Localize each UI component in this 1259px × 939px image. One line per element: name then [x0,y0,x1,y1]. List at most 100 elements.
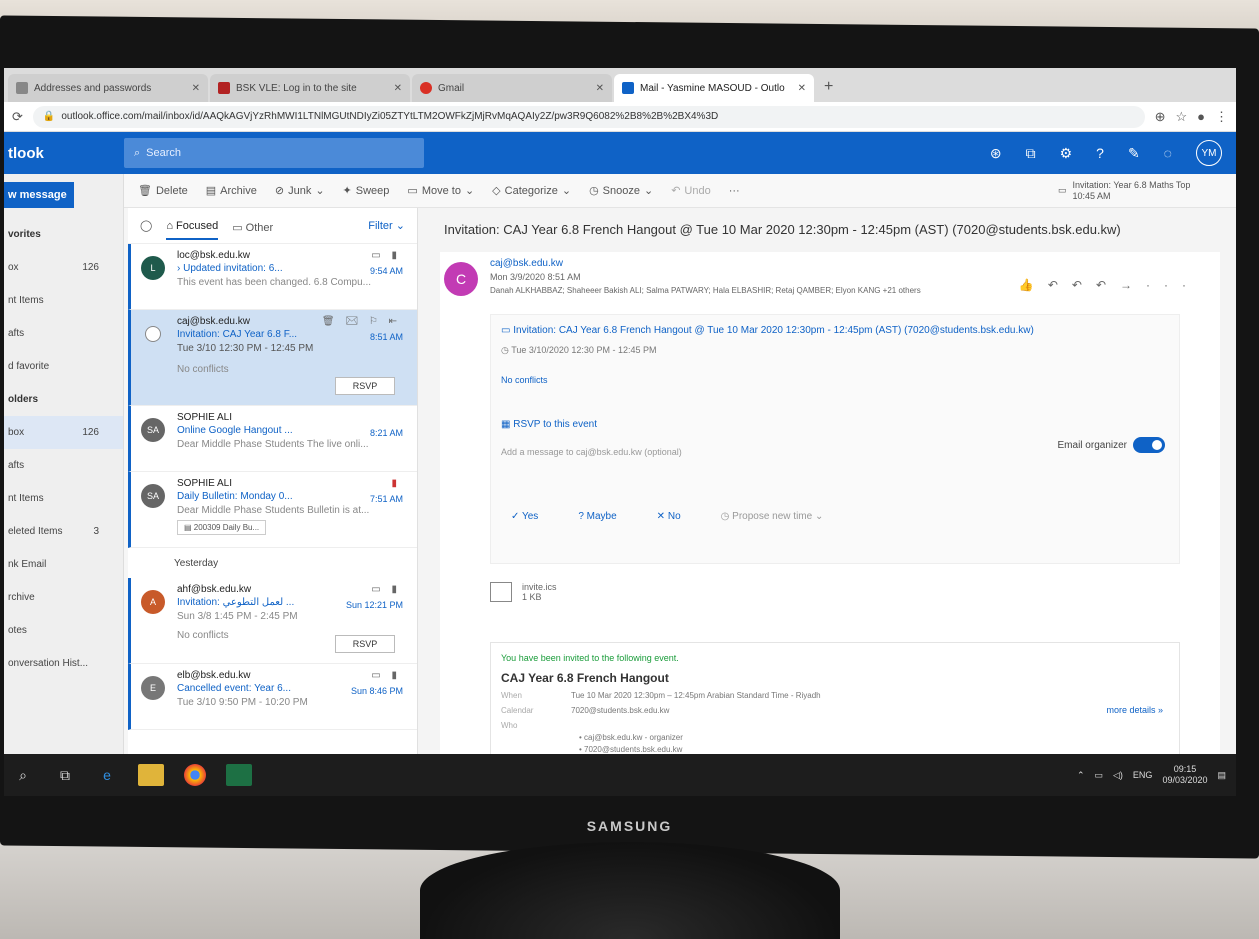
tab-passwords[interactable]: Addresses and passwords ✕ [8,74,208,102]
close-icon[interactable]: ✕ [192,83,200,94]
chrome-icon[interactable] [184,764,206,786]
sender-email[interactable]: caj@bsk.edu.kw [490,258,563,269]
close-icon[interactable]: ✕ [394,83,402,94]
invitation-title[interactable]: ▭ Invitation: CAJ Year 6.8 French Hangou… [501,325,1034,336]
maybe-button[interactable]: ? Maybe [578,511,616,522]
bell-icon[interactable]: ◌ [1164,145,1172,161]
list-item-selected[interactable]: 🗑 ✉ ⚐ ⇤ caj@bsk.edu.kw Invitation: CAJ Y… [128,310,417,406]
no-conflicts-link[interactable]: No conflicts [501,375,548,385]
extension-icon[interactable]: ⊕ [1155,109,1166,125]
tab-other[interactable]: ▭ Other [232,221,273,234]
toggle-switch[interactable] [1133,437,1165,453]
select-circle-icon[interactable] [145,326,161,342]
attachment-chip[interactable]: ▤ 200309 Daily Bu... [177,520,267,535]
list-item[interactable]: A ▭ ▮ ahf@bsk.edu.kw Invitation: لعمل ال… [128,578,417,664]
yes-button[interactable]: ✓ Yes [511,511,538,522]
notifications-icon[interactable]: ▤ [1217,770,1226,781]
more-icon[interactable]: ··· [729,185,740,197]
categorize-button[interactable]: ◇ Categorize ⌄ [492,184,571,198]
tab-focused[interactable]: ⌂ Focused [166,220,219,240]
nav-sent[interactable]: nt Items [4,482,123,515]
file-explorer-icon[interactable] [138,764,164,786]
nav-inbox[interactable]: box 126 [4,416,123,449]
quick-actions-icons[interactable]: 🗑 ✉ ⚐ ⇤ [322,316,401,327]
megaphone-icon[interactable]: ✎ [1128,145,1140,162]
rsvp-responses: ✓ Yes ? Maybe ✕ No ◷ Propose new time ⌄ [511,511,823,522]
tab-gmail[interactable]: Gmail ✕ [412,74,612,102]
volume-icon[interactable]: ◁) [1113,770,1123,781]
nav-favorites[interactable]: vorites [4,218,123,251]
help-icon[interactable]: ? [1096,145,1104,161]
nav-folders[interactable]: olders [4,383,123,416]
skype-icon[interactable]: ⊛ [990,145,1002,162]
nav-deleted[interactable]: eleted Items 3 [4,515,123,548]
search-icon[interactable]: ⌕ [12,767,34,784]
filter-button[interactable]: Filter ⌄ [368,219,405,232]
sender-avatar[interactable]: C [444,262,478,296]
rsvp-button[interactable]: RSVP [335,635,395,653]
select-all-circle-icon[interactable]: ◯ [140,219,152,232]
avatar[interactable]: YM [1196,140,1222,166]
tab-outlook-mail[interactable]: Mail - Yasmine MASOUD - Outlo ✕ [614,74,814,102]
new-tab-plus-icon[interactable]: + [816,78,841,102]
reload-icon[interactable]: ⟳ [12,109,23,125]
tab-bsk-vle[interactable]: BSK VLE: Log in to the site ✕ [210,74,410,102]
nav-archive[interactable]: rchive [4,581,123,614]
command-bar: 🗑 Delete ▤ Archive ⊘ Junk ⌄ ✦ Sweep ▭ Move to ⌄… [124,174,1236,208]
network-icon[interactable]: ▭ [1094,770,1103,781]
list-item[interactable]: L ▭ ▮ loc@bsk.edu.kw › Updated invitatio… [128,244,417,310]
reply-all-icon[interactable]: ↶↶ [1072,278,1120,292]
close-icon[interactable]: ✕ [798,83,806,94]
rsvp-button[interactable]: RSVP [335,377,395,395]
forward-icon[interactable]: → [1120,278,1146,292]
profile-icon[interactable]: ● [1197,109,1205,124]
address-bar: ⟳ 🔒 outlook.office.com/mail/inbox/id/AAQ… [4,102,1236,132]
new-message-button[interactable]: w message [4,182,74,208]
like-icon[interactable]: 👍 [1019,278,1048,292]
nav-drafts-fav[interactable]: afts [4,317,123,350]
attachment-ics[interactable]: invite.ics 1 KB [490,582,557,602]
reminder-notification[interactable]: ▭ Invitation: Year 6.8 Maths Top 10:45 A… [1058,180,1228,202]
more-icon[interactable]: ··· [1146,278,1200,292]
settings-gear-icon[interactable]: ⚙ [1060,145,1073,162]
email-organizer-toggle[interactable]: Email organizer [1058,437,1165,453]
archive-button[interactable]: ▤ Archive [206,184,257,198]
list-item[interactable]: SA ▮ SOPHIE ALI Daily Bulletin: Monday 0… [128,472,417,548]
snooze-button[interactable]: ◷ Snooze ⌄ [589,184,653,198]
search-input[interactable]: ⌕ Search [124,138,424,168]
move-to-button[interactable]: ▭ Move to ⌄ [407,184,474,198]
undo-button[interactable]: ↶ Undo [671,184,711,198]
language-indicator[interactable]: ENG [1133,770,1153,780]
more-details-link[interactable]: more details » [1106,705,1163,715]
nav-inbox-fav[interactable]: ox 126 [4,251,123,284]
no-button[interactable]: ✕ No [657,511,681,522]
kebab-menu-icon[interactable]: ⋮ [1215,109,1228,125]
windows-taskbar: ⌕ ⧉ e ⌃ ▭ ◁) ENG 09:15 09/03/2020 ▤ [4,754,1236,796]
bookmark-star-icon[interactable]: ☆ [1175,109,1187,125]
chevron-up-icon[interactable]: ⌃ [1077,770,1085,781]
nav-junk[interactable]: nk Email [4,548,123,581]
nav-add-favorite[interactable]: d favorite [4,350,123,383]
junk-button[interactable]: ⊘ Junk ⌄ [275,184,325,198]
teams-icon[interactable]: ⧉ [1026,145,1036,162]
nav-drafts[interactable]: afts [4,449,123,482]
propose-new-time-button[interactable]: ◷ Propose new time ⌄ [721,511,824,522]
url-field[interactable]: 🔒 outlook.office.com/mail/inbox/id/AAQkA… [32,105,1145,128]
close-icon[interactable]: ✕ [596,83,604,94]
nav-sent-fav[interactable]: nt Items [4,284,123,317]
rsvp-message-input[interactable]: Add a message to caj@bsk.edu.kw (optiona… [501,447,1041,457]
recipients[interactable]: Danah ALKHABBAZ; Shaheeer Bakish ALI; Sa… [490,286,921,295]
nav-conversation-history[interactable]: onversation Hist... [4,647,123,680]
excel-icon[interactable] [226,764,252,786]
event-details: You have been invited to the following e… [490,642,1180,754]
task-view-icon[interactable]: ⧉ [54,767,76,784]
outlook-brand[interactable]: tlook [4,145,124,162]
reply-icon[interactable]: ↶ [1048,278,1072,292]
nav-notes[interactable]: otes [4,614,123,647]
edge-icon[interactable]: e [96,767,118,783]
list-item[interactable]: E ▭ ▮ elb@bsk.edu.kw Cancelled event: Ye… [128,664,417,730]
sweep-button[interactable]: ✦ Sweep [343,184,390,198]
list-item[interactable]: SA SOPHIE ALI Online Google Hangout ... … [128,406,417,472]
clock[interactable]: 09:15 09/03/2020 [1162,764,1207,786]
delete-button[interactable]: 🗑 Delete [138,184,188,198]
